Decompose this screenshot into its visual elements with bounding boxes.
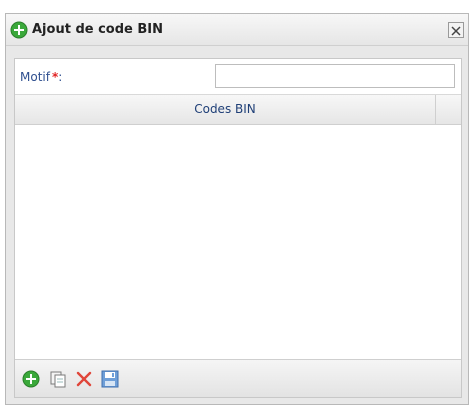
add-button[interactable] [21, 369, 41, 389]
copy-button[interactable] [48, 369, 68, 389]
add-bin-code-dialog: Ajout de code BIN Motif *: Codes BIN [5, 13, 469, 405]
copy-icon [50, 371, 66, 388]
save-disk-icon [101, 370, 119, 388]
motif-row: Motif *: [15, 59, 461, 95]
dialog-titlebar: Ajout de code BIN [6, 14, 468, 46]
save-button[interactable] [100, 369, 120, 389]
dialog-title: Ajout de code BIN [32, 22, 164, 37]
close-button[interactable] [448, 22, 464, 38]
add-circle-icon [10, 21, 28, 39]
grid-toolbar [15, 359, 461, 397]
delete-button[interactable] [74, 369, 94, 389]
motif-label: Motif *: [20, 70, 63, 84]
add-circle-icon [22, 370, 40, 388]
delete-x-icon [76, 371, 92, 387]
motif-input[interactable] [215, 64, 455, 88]
grid-header: Codes BIN [15, 95, 461, 125]
close-icon [451, 26, 461, 36]
bin-codes-grid[interactable] [15, 125, 461, 361]
dialog-body: Motif *: Codes BIN [14, 58, 462, 398]
column-header-codes-bin[interactable]: Codes BIN [15, 95, 436, 124]
grid-header-filler [436, 95, 461, 124]
